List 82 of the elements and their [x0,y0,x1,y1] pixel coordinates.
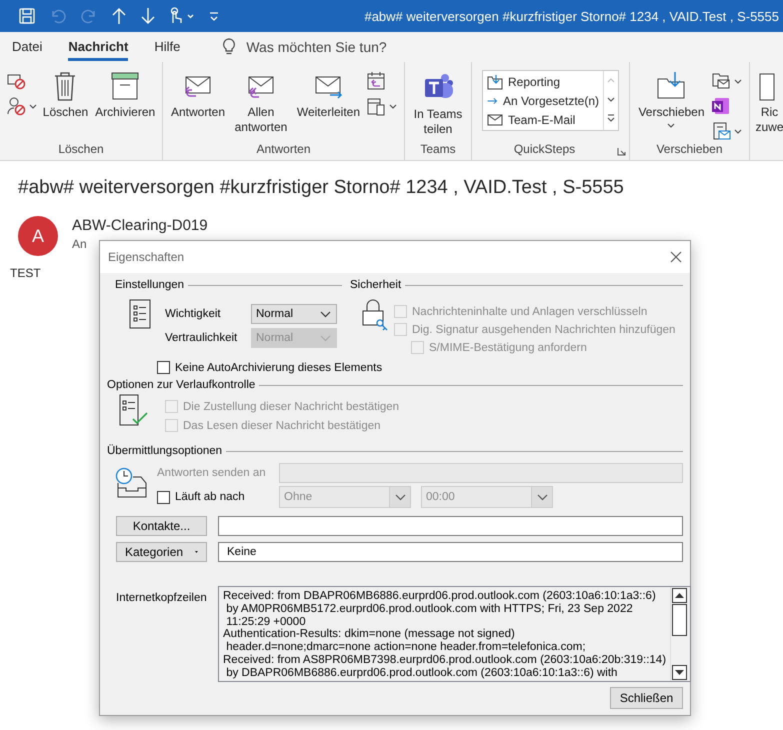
caret-icon [28,104,37,108]
ribbon-button[interactable]: Verschieben [636,68,707,130]
group-label: Antworten [255,141,312,158]
chevron-down-icon [320,310,331,318]
group-label: Verschieben [655,141,724,158]
section-heading: Übermittlungsoptionen [107,445,222,457]
checkbox-label: Läuft ab nach [175,491,245,503]
checkbox[interactable] [157,361,170,374]
group-label: Löschen [57,141,105,158]
quickstep-item[interactable]: Team-E-Mail [487,110,599,129]
caret-icon [734,128,742,134]
ribbon-button[interactable]: Archivieren [93,68,158,122]
save-icon[interactable] [18,7,36,25]
checkbox-label: S/MIME-Bestätigung anfordern [429,342,587,354]
scroll-down-icon[interactable] [675,670,684,675]
caret-icon [667,123,676,128]
dropdown[interactable]: Normal [251,304,337,324]
group-label: QuickSteps [512,141,576,158]
sender-name: ABW-Clearing-D019 [72,217,208,234]
checkbox-label: Keine AutoArchivierung dieses Elements [175,362,382,374]
arrow-down-icon[interactable] [140,7,156,25]
section-heading: Optionen zur Verlaufkontrolle [107,379,256,391]
input-field[interactable]: Keine [218,542,683,562]
search-field[interactable]: Was möchten Sie tun? [246,39,387,55]
recipient-label: An [72,237,88,251]
menu-tab[interactable]: Nachricht [68,33,128,61]
list-icon [129,299,151,329]
ribbon-button[interactable]: Antworten [169,68,228,122]
touch-mode-icon[interactable] [169,7,195,25]
scroll-up-icon[interactable] [675,593,684,598]
caret-icon [734,78,742,84]
field-label: Wichtigkeit [165,308,222,320]
contacts-button[interactable]: Kontakte... [116,516,207,536]
checkbox[interactable] [157,490,170,504]
lock-key-icon [362,297,388,331]
ribbon-button[interactable]: Allen antworten [230,68,292,137]
close-icon[interactable] [670,251,682,263]
ribbon-button[interactable]: Weiterleiten [294,68,362,122]
caret-icon [389,104,397,108]
lightbulb-icon [222,38,236,56]
window-title: #abw# weiterversorgen #kurzfristiger Storno# 1234 , VAID.Test , S-5555 [364,8,780,24]
dialog-launcher-icon[interactable] [617,147,626,156]
message-body: TEST [10,266,42,280]
field-label: Vertraulichkeit [165,332,238,344]
checklist-icon [119,394,149,426]
chevron-down-icon [320,334,331,342]
folder-arrow-icon [487,74,503,90]
archive-box-icon [109,70,142,102]
ribbon-button[interactable]: Löschen [40,68,90,122]
section-heading: Einstellungen [115,279,184,291]
ribbon-small-button[interactable] [4,95,38,117]
calendar-reply-icon [366,71,386,91]
checkbox-label: Dig. Signatur ausgehenden Nachrichten hinzufügen [412,324,676,336]
chevron-down-icon [536,494,548,500]
close-button[interactable]: Schließen [610,687,683,709]
section-heading: Sicherheit [350,279,402,291]
input-field[interactable] [218,516,683,536]
calendar-phone-icon [366,96,386,116]
quickstep-item[interactable]: An Vorgesetzte(n) [487,91,599,110]
group-label: Teams [419,141,457,158]
form-mail-icon [710,121,731,141]
ribbon-button[interactable]: Ric zuwe [752,68,783,137]
message-subject: #abw# weiterversorgen #kurzfristiger Storno# 1234 , VAID.Test , S-5555 [18,177,625,199]
chevron-down-icon [394,494,406,500]
person-block-icon [6,96,26,116]
categories-button[interactable]: Kategorien [116,542,207,562]
menu-tab[interactable]: Datei [12,33,42,61]
dialog-title: Eigenschaften [108,250,184,264]
sender-avatar: A [18,216,58,256]
checkbox-label: Das Lesen dieser Nachricht bestätigen [183,420,381,432]
menu-tab[interactable]: Hilfe [154,33,180,61]
arrow-up-icon[interactable] [111,7,127,25]
ribbon-button[interactable]: In Teams teilen [411,68,465,139]
mail-icon [487,112,503,128]
header-text: Received: from DBAPR06MB6886.eurprd06.prod.outlook.com (2603:10a6:10:1a3::6) by AM0PR06MB5172.eurprd06.prod.outlook.com with HTTPS; Fri, 23 Sep 2022 11:25:29 +0000 Authentication-Results: dkim=none (message not signed) header.d=none;dmarc=none action=none header.from=telefonica.com; Received: from AS8PR06MB7398.eurprd06.prod.outlook.com (2603:10a6:20b:319::14) by DBAPR06MB6886.eurprd06.prod.outlook.com (2603:10a6:10:1a3::6) with [222,589,668,681]
field-label: Internetkopfzeilen [116,591,208,606]
onenote-icon [710,96,731,116]
checkbox-label: Die Zustellung dieser Nachricht bestätigen [183,400,400,412]
checkbox-label: Nachrichteninhalte und Anlagen verschlüsseln [412,306,648,318]
field-label: Antworten senden an [157,467,267,479]
mail-folders-icon [710,71,731,91]
quickstep-item[interactable]: Reporting [487,72,599,91]
